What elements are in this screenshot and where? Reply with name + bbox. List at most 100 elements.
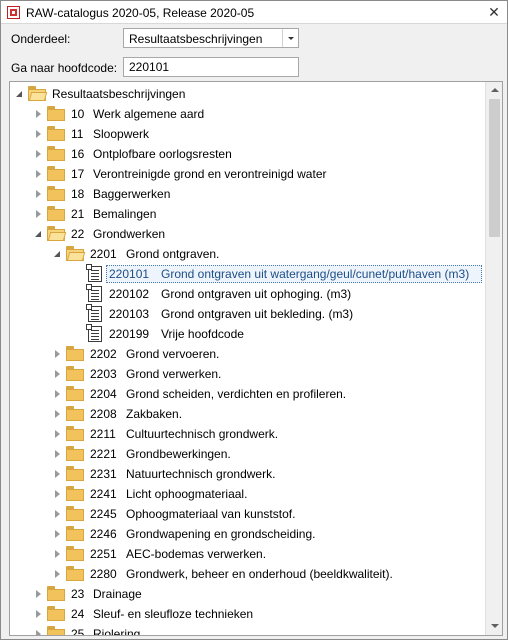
- tree-item-code: 18: [71, 187, 85, 201]
- app-window: RAW-catalogus 2020-05, Release 2020-05 ✕…: [0, 0, 508, 640]
- tree-item-code: 21: [71, 207, 85, 221]
- tree-item-label: Grond ontgraven uit watergang/geul/cunet…: [161, 267, 470, 281]
- tree-item-folder[interactable]: 25 Riolering: [10, 624, 486, 635]
- tree-item-folder[interactable]: 2203 Grond verwerken.: [10, 364, 486, 384]
- tree-item-label: Ontplofbare oorlogsresten: [93, 147, 232, 161]
- tree-item-folder[interactable]: Resultaatsbeschrijvingen: [10, 84, 486, 104]
- tree-item-folder[interactable]: 17 Verontreinigde grond en verontreinigd …: [10, 164, 486, 184]
- expand-arrow-icon[interactable]: [55, 510, 60, 518]
- tree-item-code: 22: [71, 227, 85, 241]
- tree-item-label: AEC-bodemas verwerken.: [126, 547, 267, 561]
- tree-item-folder[interactable]: 2208 Zakbaken.: [10, 404, 486, 424]
- collapse-arrow-icon[interactable]: [54, 251, 60, 257]
- scroll-up-arrow-icon[interactable]: [487, 83, 502, 98]
- close-button[interactable]: ✕: [485, 3, 503, 21]
- expand-arrow-icon[interactable]: [55, 350, 60, 358]
- folder-icon: [47, 186, 65, 201]
- tree-item-folder[interactable]: 24 Sleuf- en sleufloze technieken: [10, 604, 486, 624]
- window-title: RAW-catalogus 2020-05, Release 2020-05: [26, 6, 255, 20]
- expand-arrow-icon[interactable]: [55, 550, 60, 558]
- tree-item-label: Bemalingen: [93, 207, 157, 221]
- expand-arrow-icon[interactable]: [36, 590, 41, 598]
- expand-arrow-icon[interactable]: [55, 490, 60, 498]
- tree-item-code: 17: [71, 167, 85, 181]
- expand-arrow-icon[interactable]: [55, 570, 60, 578]
- expand-arrow-icon[interactable]: [36, 130, 41, 138]
- expand-arrow-icon[interactable]: [55, 410, 60, 418]
- tree-item-folder[interactable]: 16 Ontplofbare oorlogsresten: [10, 144, 486, 164]
- tree-item-label: Grondwerk, beheer en onderhoud (beeldkwa…: [126, 567, 393, 581]
- expand-arrow-icon[interactable]: [55, 450, 60, 458]
- expand-arrow-icon[interactable]: [55, 370, 60, 378]
- onderdeel-select-value: Resultaatsbeschrijvingen: [129, 32, 263, 46]
- expand-arrow-icon[interactable]: [36, 210, 41, 218]
- title-bar: RAW-catalogus 2020-05, Release 2020-05 ✕: [1, 1, 507, 24]
- folder-icon: [47, 146, 65, 161]
- tree-item-hoofdcode[interactable]: 220103 Grond ontgraven uit bekleding. (m3…: [10, 304, 486, 324]
- tree-item-label: Werk algemene aard: [93, 107, 205, 121]
- scrollbar-thumb[interactable]: [489, 99, 500, 237]
- folder-icon: [66, 366, 84, 381]
- expand-arrow-icon[interactable]: [36, 170, 41, 178]
- document-icon: [86, 284, 102, 302]
- tree-item-folder[interactable]: 2204 Grond scheiden, verdichten en profil…: [10, 384, 486, 404]
- tree-item-folder[interactable]: 10 Werk algemene aard: [10, 104, 486, 124]
- tree-item-code: 2245: [90, 507, 117, 521]
- expand-arrow-icon[interactable]: [36, 610, 41, 618]
- folder-icon: [47, 606, 65, 621]
- onderdeel-label: Onderdeel:: [11, 32, 71, 46]
- expand-arrow-icon[interactable]: [36, 150, 41, 158]
- tree-item-hoofdcode[interactable]: 220101 Grond ontgraven uit watergang/geul…: [10, 264, 486, 284]
- tree-item-label: Natuurtechnisch grondwerk.: [126, 467, 276, 481]
- tree-item-folder[interactable]: 11 Sloopwerk: [10, 124, 486, 144]
- tree-item-folder[interactable]: 21 Bemalingen: [10, 204, 486, 224]
- folder-icon: [66, 346, 84, 361]
- tree-item-folder[interactable]: 2201 Grond ontgraven.: [10, 244, 486, 264]
- folder-icon: [66, 426, 84, 441]
- expand-arrow-icon[interactable]: [36, 630, 41, 635]
- tree-item-folder[interactable]: 2211 Cultuurtechnisch grondwerk.: [10, 424, 486, 444]
- expand-arrow-icon[interactable]: [55, 390, 60, 398]
- folder-icon: [47, 166, 65, 181]
- folder-icon: [47, 106, 65, 121]
- tree-item-code: 2251: [90, 547, 117, 561]
- tree-item-folder[interactable]: 2241 Licht ophoogmateriaal.: [10, 484, 486, 504]
- tree-item-folder[interactable]: 2251 AEC-bodemas verwerken.: [10, 544, 486, 564]
- tree-item-code: 220199: [109, 327, 150, 341]
- tree-item-hoofdcode[interactable]: 220199 Vrije hoofdcode: [10, 324, 486, 344]
- tree-item-folder[interactable]: 2202 Grond vervoeren.: [10, 344, 486, 364]
- expand-arrow-icon[interactable]: [36, 190, 41, 198]
- tree-scrollbar[interactable]: [485, 82, 502, 635]
- tree-item-folder[interactable]: 2245 Ophoogmateriaal van kunststof.: [10, 504, 486, 524]
- folder-open-icon: [47, 226, 67, 241]
- tree-item-folder[interactable]: 2246 Grondwapening en grondscheiding.: [10, 524, 486, 544]
- tree-item-hoofdcode[interactable]: 220102 Grond ontgraven uit ophoging. (m3): [10, 284, 486, 304]
- collapse-arrow-icon[interactable]: [16, 91, 22, 97]
- tree-item-code: 2231: [90, 467, 117, 481]
- expand-arrow-icon[interactable]: [55, 470, 60, 478]
- tree-item-folder[interactable]: 22 Grondwerken: [10, 224, 486, 244]
- hoofdcode-input[interactable]: [123, 57, 299, 77]
- tree-item-folder[interactable]: 2221 Grondbewerkingen.: [10, 444, 486, 464]
- tree-item-folder[interactable]: 23 Drainage: [10, 584, 486, 604]
- tree-item-code: 2280: [90, 567, 117, 581]
- tree-item-code: 220102: [109, 287, 150, 301]
- folder-open-icon: [28, 86, 48, 101]
- tree-item-code: 24: [71, 607, 85, 621]
- onderdeel-select[interactable]: Resultaatsbeschrijvingen: [123, 28, 299, 48]
- chevron-down-icon[interactable]: [282, 29, 298, 47]
- catalog-tree[interactable]: Resultaatsbeschrijvingen 10 Werk algemene …: [9, 81, 503, 636]
- expand-arrow-icon[interactable]: [36, 110, 41, 118]
- tree-item-code: 2211: [90, 427, 116, 441]
- tree-item-folder[interactable]: 2280 Grondwerk, beheer en onderhoud (beel…: [10, 564, 486, 584]
- tree-item-label: Resultaatsbeschrijvingen: [52, 87, 186, 101]
- tree-item-folder[interactable]: 2231 Natuurtechnisch grondwerk.: [10, 464, 486, 484]
- tree-item-label: Sloopwerk: [93, 127, 150, 141]
- document-icon: [86, 264, 102, 282]
- scroll-down-arrow-icon[interactable]: [487, 619, 502, 634]
- expand-arrow-icon[interactable]: [55, 430, 60, 438]
- collapse-arrow-icon[interactable]: [35, 231, 41, 237]
- tree-item-folder[interactable]: 18 Baggerwerken: [10, 184, 486, 204]
- expand-arrow-icon[interactable]: [55, 530, 60, 538]
- tree-item-code: 220101: [109, 267, 150, 281]
